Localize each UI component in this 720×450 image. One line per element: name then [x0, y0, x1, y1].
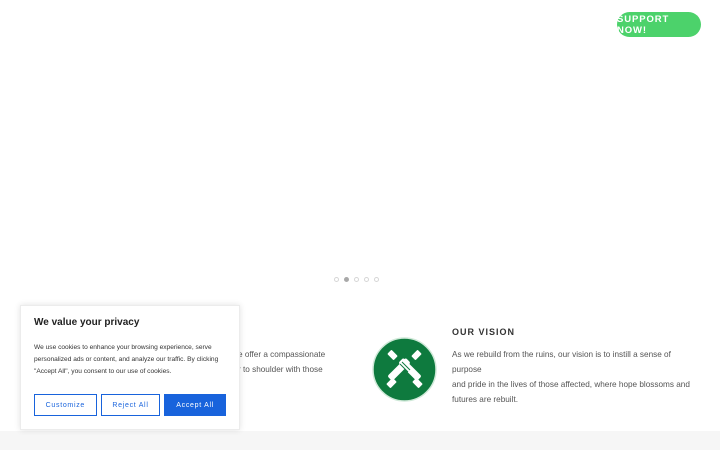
slider-dot[interactable]: [364, 277, 369, 282]
slider-pagination: [334, 277, 379, 282]
vision-text: As we rebuild from the ruins, our vision…: [452, 347, 702, 407]
slider-dot-active[interactable]: [344, 277, 349, 282]
vision-heading: OUR VISION: [452, 327, 516, 337]
hands-together-icon: [372, 337, 437, 402]
slider-dot[interactable]: [354, 277, 359, 282]
mission-text-line: e offer a compassionate: [238, 350, 326, 359]
cookie-text-line: "Accept All", you consent to our use of …: [34, 368, 172, 375]
cookie-text-line: personalized ads or content, and analyze…: [34, 356, 219, 363]
slider-dot[interactable]: [334, 277, 339, 282]
support-now-button[interactable]: SUPPORT NOW!: [617, 12, 701, 37]
cookie-actions: Customize Reject All Accept All: [34, 394, 226, 416]
vision-text-line: and pride in the lives of those affected…: [452, 380, 690, 389]
accept-all-button[interactable]: Accept All: [164, 394, 226, 416]
cookie-text-line: We use cookies to enhance your browsing …: [34, 344, 212, 351]
customize-button[interactable]: Customize: [34, 394, 97, 416]
vision-text-line: As we rebuild from the ruins, our vision…: [452, 350, 671, 374]
mission-text-line: r to shoulder with those: [238, 365, 323, 374]
slider-dot[interactable]: [374, 277, 379, 282]
vision-text-line: futures are rebuilt.: [452, 395, 518, 404]
reject-all-button[interactable]: Reject All: [100, 394, 161, 416]
footer-band: [0, 431, 720, 450]
mission-text: e offer a compassionate r to shoulder wi…: [238, 347, 348, 377]
cookie-consent-banner: We value your privacy We use cookies to …: [20, 305, 240, 430]
cookie-title: We value your privacy: [34, 317, 140, 328]
cookie-description: We use cookies to enhance your browsing …: [34, 342, 226, 378]
